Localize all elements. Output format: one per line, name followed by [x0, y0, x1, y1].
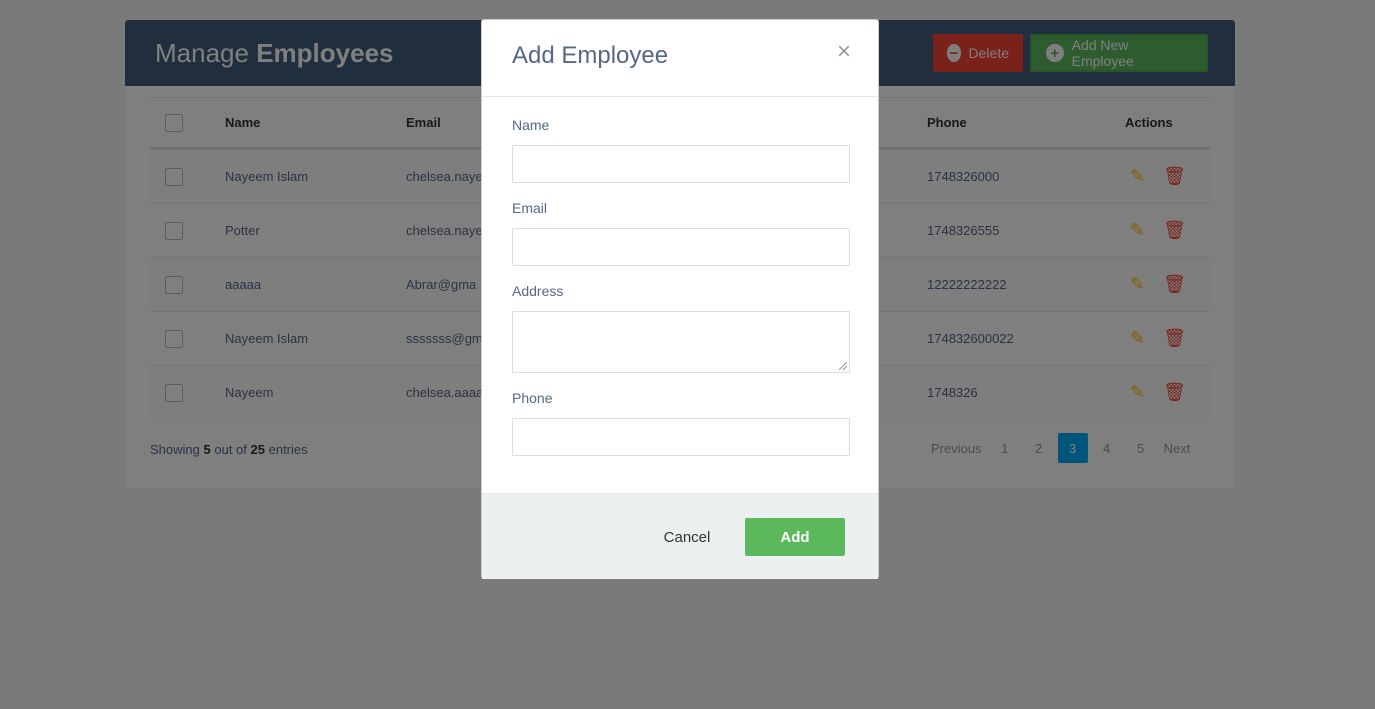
phone-input[interactable] [512, 418, 850, 456]
resize-handle-icon[interactable] [839, 362, 847, 370]
name-input[interactable] [512, 145, 850, 183]
modal-footer: Cancel Add [482, 493, 878, 579]
email-label: Email [512, 200, 548, 216]
address-label: Address [512, 283, 564, 299]
address-textarea[interactable] [512, 311, 850, 373]
modal-title: Add Employee [512, 42, 669, 69]
add-button[interactable]: Add [745, 518, 845, 556]
cancel-button[interactable]: Cancel [652, 518, 722, 556]
add-employee-modal: Add Employee × Name Email Address Phone … [481, 19, 879, 579]
email-input[interactable] [512, 228, 850, 266]
name-label: Name [512, 117, 550, 133]
phone-label: Phone [512, 390, 553, 406]
close-icon[interactable]: × [834, 40, 854, 64]
modal-header: Add Employee × [482, 20, 878, 97]
